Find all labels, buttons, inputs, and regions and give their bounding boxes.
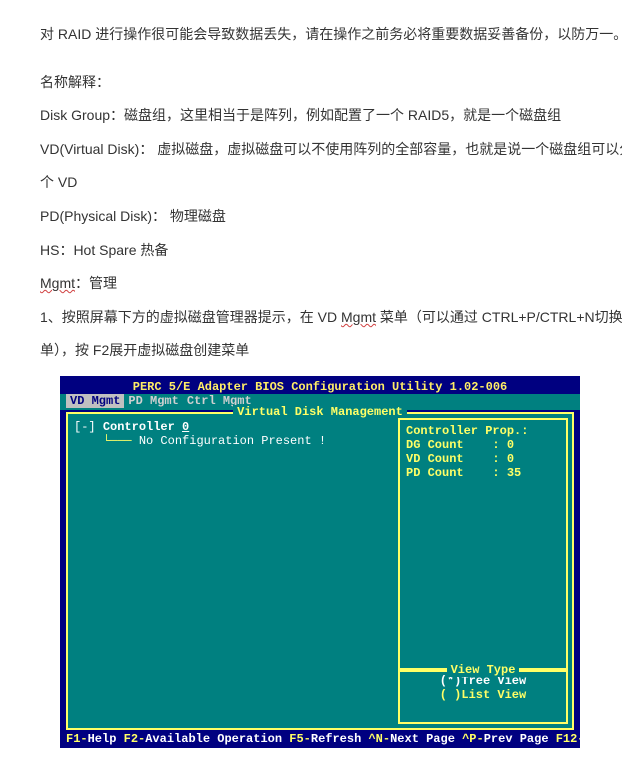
step1-pre: 1、按照屏幕下方的虚拟磁盘管理器提示，在 VD [40, 309, 341, 325]
panel-vd-count: VD Count : 0 [406, 452, 560, 466]
cp-key: ^P- [462, 732, 484, 746]
f12-key: F12- [556, 732, 580, 746]
f1-help: Help [88, 732, 124, 746]
bios-footer: F1-Help F2-Available Operation F5-Refres… [66, 732, 574, 746]
tree-view: [-] Controller 0 └─── No Configuration P… [74, 420, 392, 448]
tree-controller-label: Controller [103, 420, 182, 434]
view-type-list-option[interactable]: ( )List View [400, 688, 566, 702]
mgmt-rest: ：管理 [75, 275, 117, 291]
cp-prev: Prev Page [484, 732, 556, 746]
paragraph-diskgroup: Disk Group：磁盘组，这里相当于是阵列，例如配置了一个 RAID5，就是… [40, 99, 622, 133]
panel-header: Controller Prop.: [406, 424, 560, 438]
paragraph-vd: VD(Virtual Disk)： 虚拟磁盘，虚拟磁盘可以不使用阵列的全部容量，… [40, 133, 622, 200]
cn-key: ^N- [368, 732, 390, 746]
panel-dg-count: DG Count : 0 [406, 438, 560, 452]
f5-key: F5- [289, 732, 311, 746]
paragraph-heading: 名称解释： [40, 66, 622, 100]
bios-body-title: Virtual Disk Management [68, 405, 572, 419]
underline-mgmt-2: Mgmt [341, 309, 376, 325]
tree-controller-num: 0 [182, 420, 189, 434]
view-type-label: View Type [400, 663, 566, 677]
bios-title: PERC 5/E Adapter BIOS Configuration Util… [60, 376, 580, 394]
underline-mgmt: Mgmt [40, 275, 75, 291]
f2-ops: Available Operation [145, 732, 289, 746]
paragraph-warning: 对 RAID 进行操作很可能会导致数据丢失，请在操作之前务必将重要数据妥善备份，… [40, 18, 622, 52]
tree-no-config: └─── No Configuration Present ! [74, 434, 392, 448]
controller-prop-panel: Controller Prop.: DG Count : 0 VD Count … [398, 418, 568, 670]
bios-screenshot: PERC 5/E Adapter BIOS Configuration Util… [60, 376, 580, 748]
tree-toggle-icon[interactable]: [-] [74, 420, 103, 434]
tree-controller-row[interactable]: [-] Controller 0 [74, 420, 392, 434]
cn-next: Next Page [390, 732, 462, 746]
paragraph-step1: 1、按照屏幕下方的虚拟磁盘管理器提示，在 VD Mgmt 菜单（可以通过 CTR… [40, 301, 622, 368]
paragraph-pd: PD(Physical Disk)： 物理磁盘 [40, 200, 622, 234]
paragraph-hs: HS：Hot Spare 热备 [40, 234, 622, 268]
bios-body: Virtual Disk Management [-] Controller 0… [66, 412, 574, 730]
f5-refresh: Refresh [311, 732, 369, 746]
view-type-box: View Type (*)Tree View ( )List View [398, 670, 568, 724]
f2-key: F2- [124, 732, 146, 746]
panel-pd-count: PD Count : 35 [406, 466, 560, 480]
tree-branch-icon: └─── [103, 434, 139, 448]
paragraph-mgmt: Mgmt：管理 [40, 267, 622, 301]
f1-key: F1- [66, 732, 88, 746]
